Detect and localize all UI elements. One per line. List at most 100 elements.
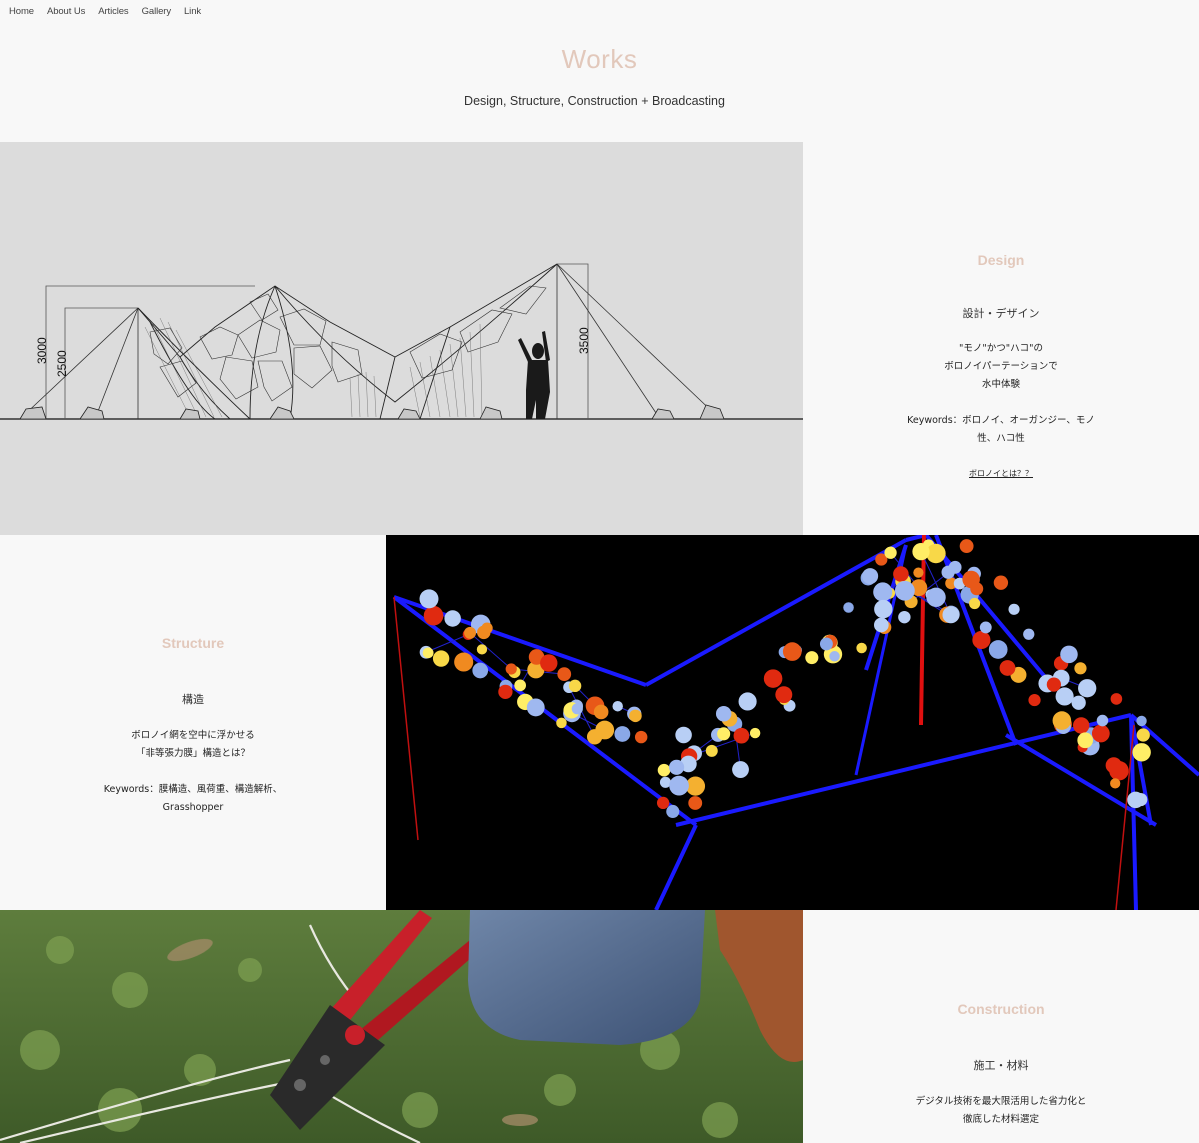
analysis-node [1028, 693, 1041, 707]
analysis-node [656, 796, 670, 810]
design-drawing[interactable]: 3000 2500 3500 [0, 142, 803, 535]
analysis-node [717, 727, 731, 741]
analysis-node [912, 543, 930, 561]
analysis-node [629, 709, 642, 723]
analysis-node [972, 630, 991, 650]
membrane-outline [137, 263, 558, 420]
design-section: 3000 2500 3500 Design 設計・デザイン "モノ"かつ"ハコ"… [0, 142, 1199, 535]
analysis-node [1052, 711, 1072, 730]
construction-body: デジタル技術を最大限活用した省力化と 徹底した材料選定 [915, 1096, 1087, 1125]
analysis-node [688, 796, 703, 810]
analysis-node [476, 644, 488, 655]
analysis-node [586, 729, 603, 745]
analysis-node [829, 651, 840, 662]
nav-gallery-link[interactable]: Gallery [142, 6, 172, 20]
analysis-node [749, 727, 761, 739]
analysis-node [419, 589, 439, 609]
analysis-node [941, 565, 955, 579]
analysis-node [959, 539, 974, 554]
elevation-drawing: 3000 2500 3500 [0, 263, 803, 420]
analysis-node [514, 679, 527, 692]
construction-heading: Construction [957, 1001, 1045, 1017]
dim-label-3000: 3000 [35, 337, 49, 364]
analysis-member [393, 596, 419, 841]
analysis-node [873, 617, 889, 633]
structure-keywords: Keywords：膜構造、風荷重、構造解析、 Grasshopper [103, 784, 283, 813]
analysis-node [999, 660, 1016, 676]
analysis-node [556, 717, 567, 729]
analysis-node [1046, 677, 1061, 692]
page-subtitle: Design, Structure, Construction + Broadc… [464, 94, 725, 108]
dim-label-3500: 3500 [577, 327, 591, 354]
structure-subheading: 構造 [182, 693, 204, 706]
analysis-node [498, 684, 513, 699]
analysis-node [614, 726, 631, 742]
analysis-node [1078, 679, 1097, 698]
nav-articles-link[interactable]: Articles [98, 6, 128, 20]
structure-body: ボロノイ網を空中に浮かせる 「非等張力膜」構造とは？ [131, 730, 255, 759]
nav-home-link[interactable]: Home [9, 6, 34, 20]
analysis-member [469, 632, 512, 670]
mesh-hatching [144, 317, 483, 418]
analysis-node [988, 640, 1008, 659]
analysis-node [669, 775, 689, 796]
structure-heading: Structure [161, 635, 225, 651]
analysis-node [1074, 662, 1087, 675]
analysis-node [526, 698, 545, 717]
construction-photo[interactable] [0, 910, 803, 1143]
analysis-node [432, 650, 450, 667]
analysis-node [540, 654, 558, 672]
analysis-node [1060, 645, 1078, 664]
structure-text-panel: Structure 構造 ボロノイ網を空中に浮かせる 「非等張力膜」構造とは？ … [0, 535, 386, 910]
analysis-node [1071, 695, 1086, 710]
analysis-node [1073, 717, 1090, 734]
analysis-node [873, 582, 893, 602]
analysis-node [634, 730, 648, 744]
analysis-node [884, 546, 897, 559]
design-keywords: Keywords：ボロノイ、オーガンジー、モノ 性、ハコ性 [907, 415, 1095, 444]
voronoi-net [149, 285, 547, 402]
guy-lines [19, 263, 721, 420]
analysis-node [1091, 724, 1110, 743]
nav-link-link[interactable]: Link [184, 6, 201, 20]
analysis-node [862, 568, 879, 585]
analysis-node [1077, 732, 1094, 749]
top-nav: Home About Us Articles Gallery Link [9, 6, 214, 20]
analysis-node [705, 744, 718, 757]
analysis-node [1105, 757, 1122, 774]
analysis-node [505, 663, 517, 675]
analysis-member [654, 824, 698, 910]
analysis-node [942, 606, 960, 624]
analysis-node [898, 610, 911, 624]
analysis-node [805, 651, 819, 665]
analysis-node [893, 566, 909, 582]
person-silhouette [518, 331, 550, 419]
analysis-node [657, 763, 671, 777]
jeans-knee [468, 910, 705, 1045]
analysis-node [894, 580, 915, 601]
nav-about-link[interactable]: About Us [47, 6, 85, 20]
voronoi-link[interactable]: ボロノイとは？？ [803, 468, 1199, 479]
analysis-node [993, 575, 1009, 590]
analysis-node [732, 761, 749, 778]
analysis-node [962, 570, 980, 589]
analysis-nodes [419, 539, 1151, 818]
analysis-node [568, 679, 582, 693]
analysis-node [675, 726, 692, 744]
design-body: "モノ"かつ"ハコ"の ボロノイパーテーションで 水中体験 [944, 343, 1058, 390]
anchor-rocks [19, 404, 725, 420]
analysis-node [1127, 791, 1144, 809]
analysis-member [392, 595, 698, 827]
dimension-lines [45, 263, 589, 419]
design-heading: Design [977, 252, 1025, 268]
analysis-node [763, 669, 783, 688]
structure-section: Structure 構造 ボロノイ網を空中に浮かせる 「非等張力膜」構造とは？ … [0, 535, 1199, 910]
analysis-node [969, 597, 981, 610]
structure-analysis-image[interactable] [386, 535, 1199, 910]
analysis-node [843, 602, 854, 613]
analysis-node [913, 567, 924, 578]
analysis-node [738, 692, 757, 711]
analysis-member [919, 535, 926, 726]
analysis-node [874, 599, 893, 619]
analysis-node [1023, 628, 1035, 640]
